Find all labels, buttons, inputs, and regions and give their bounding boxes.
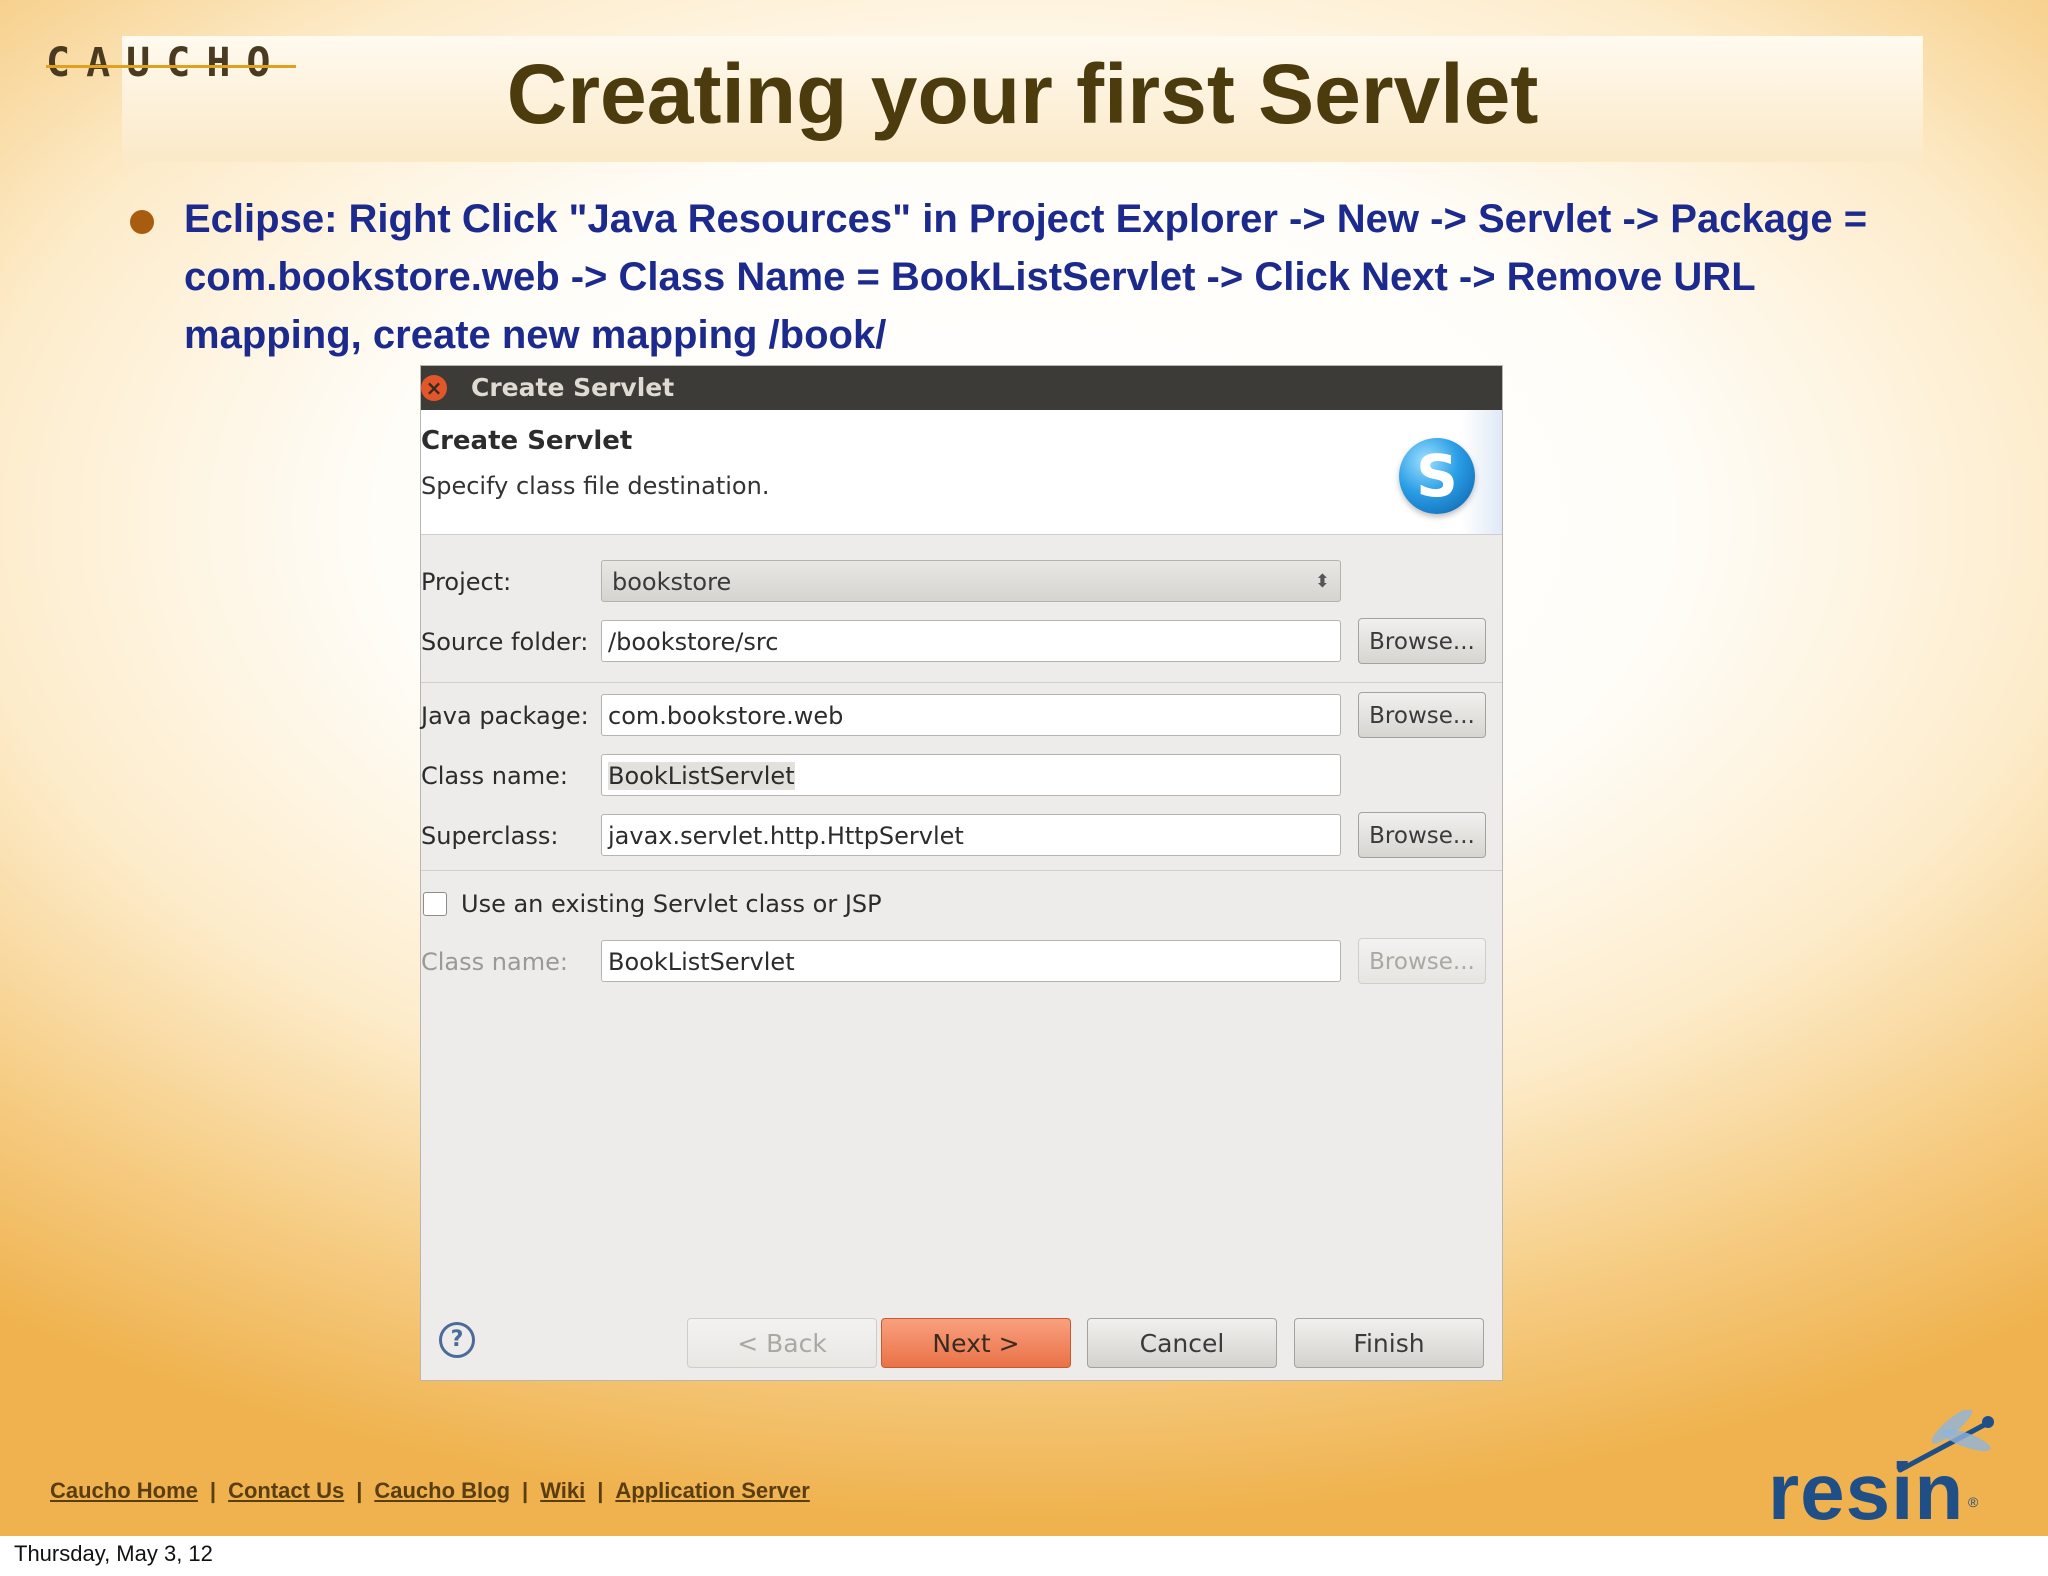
existing-servlet-checkbox[interactable] [423, 892, 447, 916]
java-package-browse-button[interactable]: Browse... [1358, 692, 1486, 738]
finish-button[interactable]: Finish [1294, 1318, 1484, 1368]
slide-title: Creating your first Servlet [506, 47, 1539, 141]
source-folder-browse-button[interactable]: Browse... [1358, 618, 1486, 664]
servlet-wizard-icon: S [1399, 438, 1475, 514]
class-name-input[interactable]: BookListServlet [601, 754, 1341, 796]
java-package-input[interactable]: com.bookstore.web [601, 694, 1341, 736]
slide-date: Thursday, May 3, 12 [14, 1541, 213, 1566]
footer-link-caucho-home[interactable]: Caucho Home [50, 1478, 198, 1503]
class-name-label: Class name: [421, 762, 568, 790]
footer-link-application-server[interactable]: Application Server [615, 1478, 809, 1503]
project-label: Project: [421, 568, 512, 596]
close-icon[interactable]: × [421, 375, 447, 401]
superclass-label: Superclass: [421, 822, 559, 850]
existing-class-label: Class name: [421, 948, 568, 976]
superclass-input[interactable]: javax.servlet.http.HttpServlet [601, 814, 1341, 856]
date-bar [0, 1536, 2048, 1576]
footer-link-caucho-blog[interactable]: Caucho Blog [374, 1478, 510, 1503]
wizard-title: Create Servlet [421, 426, 633, 456]
window-title: Create Servlet [471, 373, 675, 402]
footer-link-contact-us[interactable]: Contact Us [228, 1478, 344, 1503]
source-folder-input[interactable]: /bookstore/src [601, 620, 1341, 662]
help-icon[interactable]: ? [439, 1322, 475, 1358]
wizard-subtitle: Specify class file destination. [421, 472, 770, 500]
footer-separator: | [597, 1478, 604, 1503]
registered-icon: ® [1968, 1494, 1979, 1510]
bullet-dot-icon [130, 210, 154, 234]
wizard-header: Create Servlet Specify class file destin… [421, 410, 1502, 535]
class-name-selected-text: BookListServlet [608, 762, 795, 790]
footer-separator: | [356, 1478, 363, 1503]
existing-servlet-label[interactable]: Use an existing Servlet class or JSP [461, 884, 882, 924]
source-folder-label: Source folder: [421, 628, 589, 656]
cancel-button[interactable]: Cancel [1087, 1318, 1277, 1368]
dialog-titlebar: × Create Servlet [421, 366, 1502, 410]
slide: CAUCHO Creating your first Servlet Eclip… [0, 0, 2048, 1536]
project-select[interactable]: bookstore ⬍ [601, 560, 1341, 602]
updown-arrow-icon: ⬍ [1314, 571, 1330, 592]
footer-separator: | [522, 1478, 529, 1503]
superclass-browse-button[interactable]: Browse... [1358, 812, 1486, 858]
bullet-text: Eclipse: Right Click "Java Resources" in… [184, 197, 1868, 357]
existing-class-input[interactable]: BookListServlet [601, 940, 1341, 982]
footer-link-wiki[interactable]: Wiki [540, 1478, 585, 1503]
resin-logo: resin [1768, 1447, 1965, 1536]
footer-links: Caucho Home | Contact Us | Caucho Blog | Wiki |… [50, 1478, 810, 1504]
create-servlet-dialog: × Create Servlet Create Servlet Specify … [421, 366, 1502, 1380]
next-button[interactable]: Next > [881, 1318, 1071, 1368]
java-package-label: Java package: [421, 702, 589, 730]
back-button[interactable]: < Back [687, 1318, 877, 1368]
separator [421, 870, 1502, 871]
footer-separator: | [209, 1478, 217, 1503]
project-value: bookstore [612, 568, 732, 596]
separator [421, 682, 1502, 683]
existing-class-browse-button[interactable]: Browse... [1358, 938, 1486, 984]
